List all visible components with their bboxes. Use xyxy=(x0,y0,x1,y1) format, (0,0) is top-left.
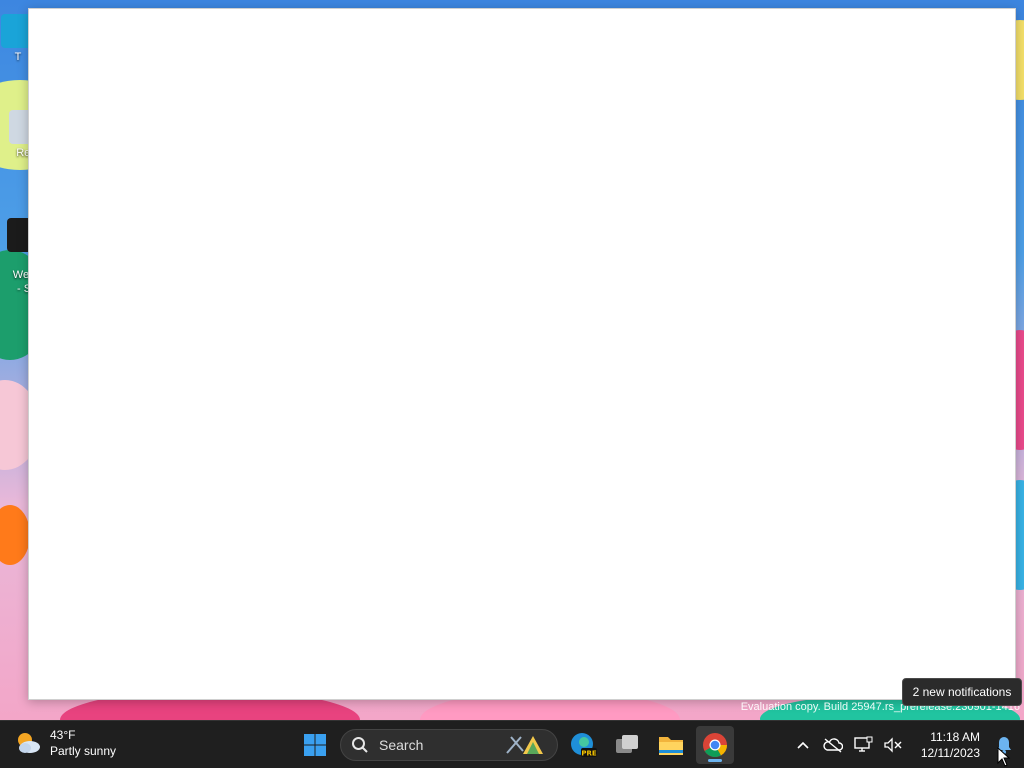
taskbar-file-explorer[interactable] xyxy=(652,726,690,764)
notification-tooltip: 2 new notifications xyxy=(902,678,1022,706)
search-icon xyxy=(352,737,368,753)
search-label: Search xyxy=(379,737,424,753)
chrome-icon xyxy=(703,733,727,758)
weather-condition: Partly sunny xyxy=(50,744,117,758)
weather-widget[interactable]: 43°F Partly sunny xyxy=(14,727,116,759)
clock-date: 12/11/2023 xyxy=(920,746,980,760)
volume-muted-icon xyxy=(884,737,902,753)
show-hidden-icons-button[interactable] xyxy=(788,725,818,765)
system-tray: 11:18 AM 12/11/2023 xyxy=(788,721,1024,768)
onedrive-offline-icon xyxy=(823,738,843,753)
windows-start-icon xyxy=(304,734,326,756)
volume-button[interactable] xyxy=(878,725,908,765)
desktop-icon-label: T xyxy=(14,51,22,63)
clock-button[interactable]: 11:18 AM 12/11/2023 xyxy=(908,729,984,761)
mouse-cursor xyxy=(997,747,1011,767)
taskbar-task-view[interactable] xyxy=(608,726,646,764)
edge-pre-badge: PRE xyxy=(581,750,597,758)
search-highlight-icon xyxy=(506,736,543,754)
weather-temperature: 43°F xyxy=(50,728,76,742)
chevron-up-icon xyxy=(797,741,809,749)
taskbar-app-edge-preview[interactable]: PRE xyxy=(564,726,602,764)
blank-window[interactable] xyxy=(28,8,1016,700)
folder-icon xyxy=(659,737,683,755)
taskbar-chrome[interactable] xyxy=(696,726,734,764)
taskbar: 43°F Partly sunny Search PRE 11:18 AM 12… xyxy=(0,720,1024,768)
network-icon xyxy=(854,736,873,752)
taskbar-center: Search PRE xyxy=(296,725,734,765)
onedrive-button[interactable] xyxy=(818,725,848,765)
clock-time: 11:18 AM xyxy=(930,730,980,744)
start-button[interactable] xyxy=(296,726,334,764)
partly-sunny-icon xyxy=(14,729,42,757)
edge-pre-icon: PRE xyxy=(571,733,597,758)
task-view-icon xyxy=(616,735,638,753)
taskbar-search[interactable]: Search xyxy=(340,729,558,761)
network-button[interactable] xyxy=(848,725,878,765)
